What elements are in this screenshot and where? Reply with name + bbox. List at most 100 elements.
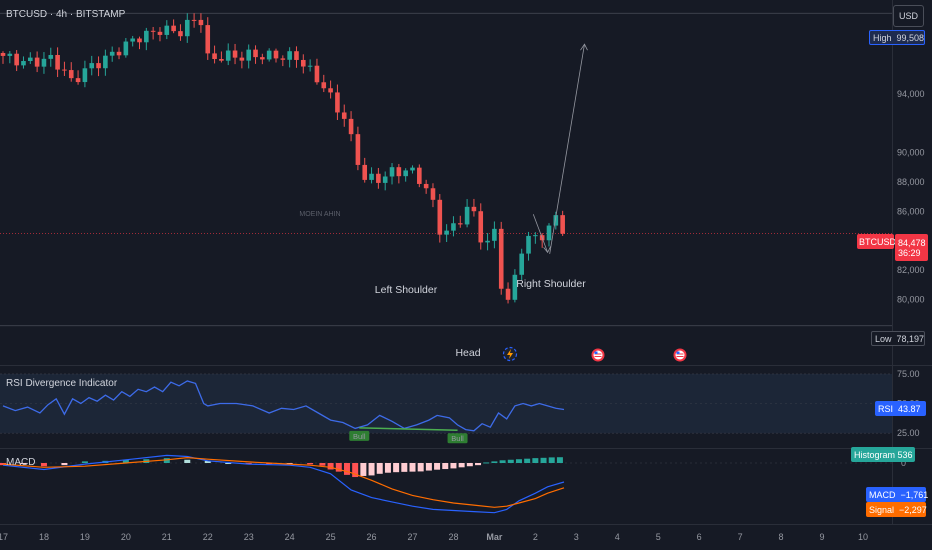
- currency-button[interactable]: USD: [893, 5, 924, 27]
- candle-body[interactable]: [437, 199, 443, 235]
- us-flag-event-icon[interactable]: [591, 348, 605, 362]
- candle-body[interactable]: [62, 69, 67, 71]
- candle-body[interactable]: [457, 223, 463, 225]
- candle-body[interactable]: [253, 49, 258, 58]
- candle-body[interactable]: [321, 82, 327, 89]
- price-tick-label: 88,000: [897, 177, 925, 187]
- candle-body[interactable]: [301, 59, 306, 67]
- candle-body[interactable]: [7, 53, 13, 56]
- candle-body[interactable]: [157, 31, 163, 35]
- candle-body[interactable]: [526, 235, 531, 254]
- candle-body[interactable]: [137, 38, 142, 43]
- candle-body[interactable]: [505, 288, 511, 300]
- candle-body[interactable]: [492, 228, 497, 241]
- us-flag-event-icon[interactable]: [673, 348, 687, 362]
- rsi-indicator-title[interactable]: RSI Divergence Indicator: [6, 378, 117, 389]
- candle-body[interactable]: [451, 223, 456, 231]
- candle-body[interactable]: [96, 63, 101, 69]
- candle-body[interactable]: [89, 63, 95, 69]
- candle-body[interactable]: [335, 92, 340, 113]
- candle-body[interactable]: [273, 50, 279, 59]
- lightning-icon[interactable]: [502, 346, 518, 362]
- candle-body[interactable]: [150, 30, 156, 32]
- macd-indicator-title[interactable]: MACD: [6, 457, 35, 468]
- candle-body[interactable]: [314, 65, 320, 83]
- time-tick-label: 25: [326, 532, 336, 542]
- candle-body[interactable]: [341, 112, 347, 119]
- candle-body[interactable]: [382, 176, 388, 183]
- candle-body[interactable]: [280, 58, 286, 60]
- candle-body[interactable]: [260, 57, 265, 60]
- price-tick-label: 80,000: [897, 294, 925, 304]
- candle-body[interactable]: [205, 25, 211, 54]
- flag-icon-canton: [594, 351, 598, 354]
- candle-body[interactable]: [560, 215, 565, 234]
- candle-body[interactable]: [41, 58, 47, 67]
- candle-body[interactable]: [376, 173, 381, 183]
- candle-body[interactable]: [232, 50, 238, 58]
- candle-body[interactable]: [164, 25, 170, 35]
- candle-body[interactable]: [355, 134, 361, 165]
- candle-body[interactable]: [123, 41, 129, 56]
- candle-body[interactable]: [396, 167, 402, 177]
- bull-badge: Bull: [349, 430, 370, 441]
- candle-body[interactable]: [444, 230, 449, 235]
- histogram-bar: [532, 458, 539, 463]
- candle-body[interactable]: [533, 235, 538, 237]
- candle-body[interactable]: [498, 228, 504, 289]
- candle-body[interactable]: [144, 30, 149, 43]
- candle-body[interactable]: [48, 54, 54, 59]
- candle-body[interactable]: [21, 61, 26, 66]
- candle-body[interactable]: [184, 19, 190, 37]
- candle-body[interactable]: [328, 88, 333, 93]
- candle-body[interactable]: [28, 57, 33, 62]
- candle-body[interactable]: [178, 31, 183, 37]
- candle-body[interactable]: [239, 57, 245, 61]
- candle-body[interactable]: [75, 78, 81, 83]
- candle-body[interactable]: [109, 51, 115, 56]
- candle-body[interactable]: [403, 170, 408, 177]
- candle-body[interactable]: [471, 206, 477, 212]
- candle-body[interactable]: [423, 183, 429, 189]
- histogram-bar: [483, 462, 490, 464]
- candle-body[interactable]: [0, 52, 6, 56]
- candle-body[interactable]: [198, 19, 204, 26]
- candle-body[interactable]: [294, 51, 299, 60]
- candle-body[interactable]: [478, 211, 484, 243]
- candle-body[interactable]: [225, 50, 231, 61]
- candle-body[interactable]: [546, 225, 552, 241]
- candle-body[interactable]: [519, 253, 524, 275]
- candle-body[interactable]: [130, 38, 135, 42]
- candle-body[interactable]: [266, 50, 272, 60]
- candle-body[interactable]: [68, 70, 74, 79]
- rsi-panel[interactable]: Bull Bull: [0, 373, 892, 444]
- time-tick-label: 24: [285, 532, 295, 542]
- histogram-bar: [40, 463, 47, 467]
- candle-body[interactable]: [171, 25, 176, 32]
- histogram-bar: [81, 461, 88, 463]
- candle-body[interactable]: [417, 167, 422, 184]
- candle-body[interactable]: [362, 164, 368, 180]
- candle-body[interactable]: [246, 49, 251, 61]
- histogram-bar: [360, 463, 367, 476]
- candle-body[interactable]: [369, 173, 374, 180]
- candle-body[interactable]: [389, 167, 395, 177]
- candle-body[interactable]: [82, 68, 88, 83]
- candle-body[interactable]: [430, 188, 436, 200]
- candle-body[interactable]: [307, 65, 313, 67]
- candle-body[interactable]: [55, 54, 60, 70]
- candle-body[interactable]: [14, 53, 19, 66]
- candle-body[interactable]: [348, 118, 354, 135]
- candle-body[interactable]: [116, 51, 122, 56]
- histogram-bar: [507, 459, 514, 463]
- candle-body[interactable]: [219, 58, 224, 61]
- candle-body[interactable]: [485, 240, 490, 243]
- candle-body[interactable]: [287, 51, 292, 60]
- candle-body[interactable]: [212, 53, 217, 59]
- candle-body[interactable]: [464, 206, 470, 225]
- candle-body[interactable]: [410, 167, 415, 171]
- chart-canvas[interactable]: BullBull 98,00094,00090,00088,00086,0008…: [0, 0, 932, 550]
- candle-body[interactable]: [34, 57, 40, 67]
- candle-body[interactable]: [191, 19, 197, 21]
- candle-body[interactable]: [103, 55, 108, 69]
